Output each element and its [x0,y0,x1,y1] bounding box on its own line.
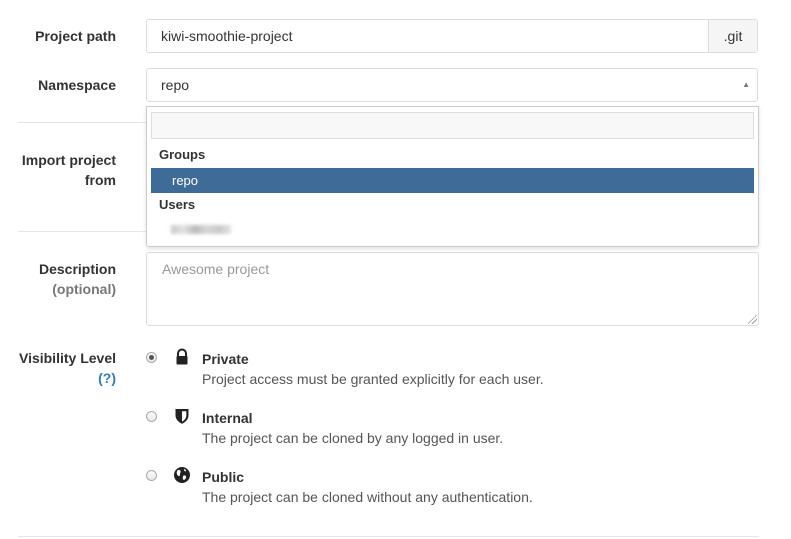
lock-icon [176,348,188,365]
visibility-desc-public: The project can be cloned without any au… [202,489,533,505]
namespace-select[interactable]: repo ▲ [146,68,758,102]
visibility-desc-private: Project access must be granted explicitl… [202,371,544,387]
groups-header: Groups [159,147,206,162]
visibility-radio-private[interactable] [146,352,157,363]
namespace-search-input[interactable] [151,112,754,139]
visibility-title-private: Private [202,351,249,367]
import-project-label: Import project from [18,150,116,190]
description-textarea[interactable]: Awesome project [146,252,759,326]
namespace-label: Namespace [38,77,116,93]
visibility-help-link[interactable]: (?) [98,370,116,386]
users-header: Users [159,197,196,212]
project-path-input-group: kiwi-smoothie-project .git [146,19,758,53]
git-suffix-addon: .git [708,20,757,52]
project-path-label: Project path [35,28,116,44]
visibility-label-text: Visibility Level [18,350,116,366]
caret-up-icon: ▲ [742,80,750,89]
description-placeholder: Awesome project [162,261,270,277]
description-label-text: Description [38,261,116,277]
globe-icon [174,467,190,483]
import-project-label-line1: Import project [21,152,116,168]
visibility-title-internal: Internal [202,410,253,426]
namespace-selected-value: repo [161,77,190,93]
divider [18,536,759,537]
visibility-radio-internal[interactable] [146,411,157,422]
visibility-desc-internal: The project can be cloned by any logged … [202,430,504,446]
namespace-option-repo[interactable]: repo [151,168,754,193]
description-label: Description (optional) [18,259,116,299]
optional-hint: (optional) [52,281,116,297]
import-project-label-line2: from [84,172,116,188]
namespace-option-user-redacted[interactable] [171,225,231,234]
visibility-radio-public[interactable] [146,470,157,481]
visibility-title-public: Public [202,469,245,485]
visibility-label: Visibility Level (?) [18,348,116,388]
project-path-input[interactable]: kiwi-smoothie-project [147,20,708,52]
resize-handle[interactable] [748,315,757,324]
shield-icon [175,409,189,424]
namespace-dropdown: Groups repo Users [146,106,759,247]
